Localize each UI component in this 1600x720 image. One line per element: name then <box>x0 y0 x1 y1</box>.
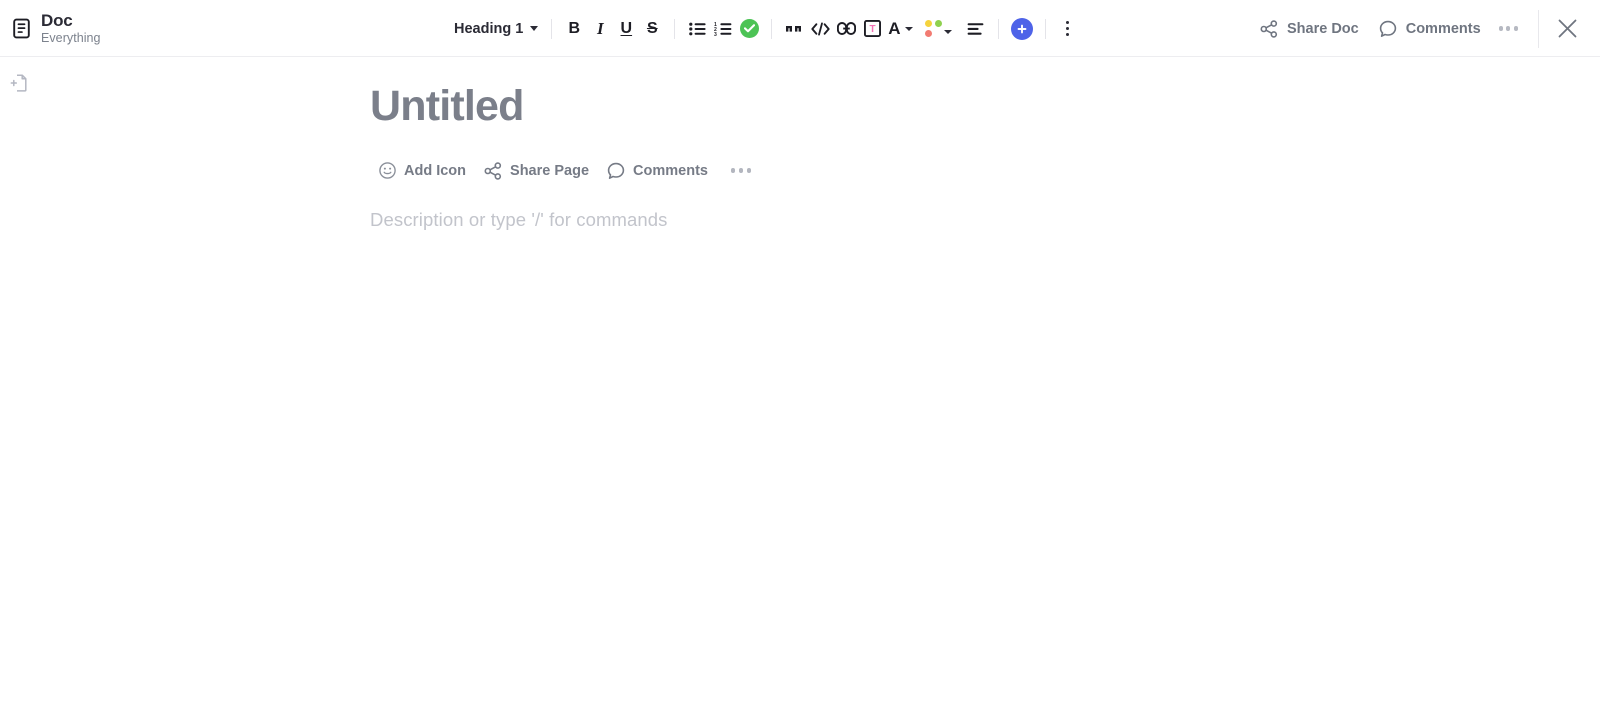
comment-icon <box>1379 20 1397 38</box>
doc-titles: Doc Everything <box>41 12 101 45</box>
close-icon <box>1557 18 1578 39</box>
quote-button[interactable] <box>781 15 807 43</box>
toolbar-divider <box>771 18 773 39</box>
code-icon <box>811 22 830 36</box>
page-more-button[interactable] <box>723 158 759 182</box>
close-button[interactable] <box>1547 9 1587 49</box>
underline-icon: U <box>620 19 633 37</box>
share-page-label: Share Page <box>510 162 590 179</box>
toolbar-divider <box>551 18 553 39</box>
page-action-row: Add Icon Share Page Comments <box>370 157 1270 185</box>
add-block-icon <box>1010 17 1033 40</box>
share-page-button[interactable]: Share Page <box>475 157 598 185</box>
header-actions: Share Doc Comments <box>1250 0 1600 57</box>
comments-label: Comments <box>1405 20 1481 37</box>
highlight-color-icon <box>924 20 942 37</box>
page-content: Untitled Add Icon Share Page Comments De… <box>370 57 1270 233</box>
more-vertical-icon <box>1065 20 1070 37</box>
header-more-button[interactable] <box>1491 16 1526 40</box>
svg-text:3: 3 <box>714 31 717 35</box>
comment-icon <box>607 162 625 180</box>
italic-button[interactable]: I <box>587 15 613 43</box>
banner-text-icon: T <box>863 20 881 37</box>
add-icon-button[interactable]: Add Icon <box>370 157 475 184</box>
list-group: 1 2 3 <box>684 15 762 43</box>
svg-text:T: T <box>869 24 875 35</box>
page-description-input[interactable]: Description or type '/' for commands <box>370 207 1270 233</box>
add-page-button[interactable] <box>5 69 33 97</box>
link-icon <box>836 22 856 35</box>
toolbar-divider <box>997 18 999 39</box>
more-horizontal-icon <box>730 168 736 173</box>
strikethrough-icon: S <box>646 19 658 37</box>
add-icon-label: Add Icon <box>404 162 467 179</box>
bullet-list-icon <box>688 22 706 36</box>
smiley-icon <box>379 162 396 179</box>
align-left-icon <box>967 22 984 36</box>
page-comments-button[interactable]: Comments <box>598 157 717 185</box>
doc-title: Doc <box>41 10 73 30</box>
share-doc-button[interactable]: Share Doc <box>1250 14 1369 44</box>
bold-button[interactable]: B <box>561 15 587 43</box>
checklist-icon <box>739 19 759 38</box>
insert-group: T A <box>781 15 988 43</box>
share-icon <box>484 161 502 180</box>
share-doc-label: Share Doc <box>1286 20 1359 37</box>
bullet-list-button[interactable] <box>684 15 710 43</box>
bold-icon: B <box>568 19 581 37</box>
toolbar-divider <box>1044 18 1046 39</box>
editor-body: Untitled Add Icon Share Page Comments De… <box>0 57 1600 720</box>
chevron-down-icon <box>530 26 539 31</box>
doc-identity[interactable]: Doc Everything <box>0 12 220 45</box>
chevron-down-icon <box>904 26 913 31</box>
chevron-down-icon <box>943 30 952 34</box>
underline-button[interactable]: U <box>613 15 639 43</box>
page-title[interactable]: Untitled <box>370 57 1270 133</box>
code-button[interactable] <box>807 15 833 43</box>
more-horizontal-icon <box>1498 26 1503 31</box>
text-style-select[interactable]: Heading 1 <box>448 15 542 43</box>
text-style-label: Heading 1 <box>454 20 524 37</box>
document-icon <box>10 17 32 39</box>
quote-icon <box>785 22 803 36</box>
banner-button[interactable]: T <box>859 15 885 43</box>
app-header: Doc Everything Heading 1 B I U S 1 2 3 T… <box>0 0 1600 57</box>
font-color-button[interactable]: A <box>885 15 915 43</box>
numbered-list-icon: 1 2 3 <box>714 22 732 36</box>
page-comments-label: Comments <box>633 162 708 179</box>
toolbar-more-button[interactable] <box>1055 15 1081 43</box>
numbered-list-button[interactable]: 1 2 3 <box>710 15 736 43</box>
doc-subtitle: Everything <box>41 30 101 45</box>
highlight-color-button[interactable] <box>922 15 955 43</box>
link-button[interactable] <box>833 15 859 43</box>
add-page-icon <box>9 73 28 93</box>
font-color-icon: A <box>888 19 901 38</box>
left-rail <box>0 57 37 720</box>
header-divider <box>1538 9 1539 48</box>
comments-button[interactable]: Comments <box>1369 14 1491 44</box>
toolbar-divider <box>674 18 676 39</box>
add-block-button[interactable] <box>1008 15 1036 43</box>
share-icon <box>1260 19 1278 38</box>
checklist-button[interactable] <box>736 15 762 43</box>
editor-toolbar: Heading 1 B I U S 1 2 3 T A <box>448 0 1081 57</box>
strikethrough-button[interactable]: S <box>639 15 665 43</box>
align-button[interactable] <box>963 15 989 43</box>
text-format-group: B I U S <box>561 15 665 43</box>
italic-icon: I <box>596 19 604 38</box>
